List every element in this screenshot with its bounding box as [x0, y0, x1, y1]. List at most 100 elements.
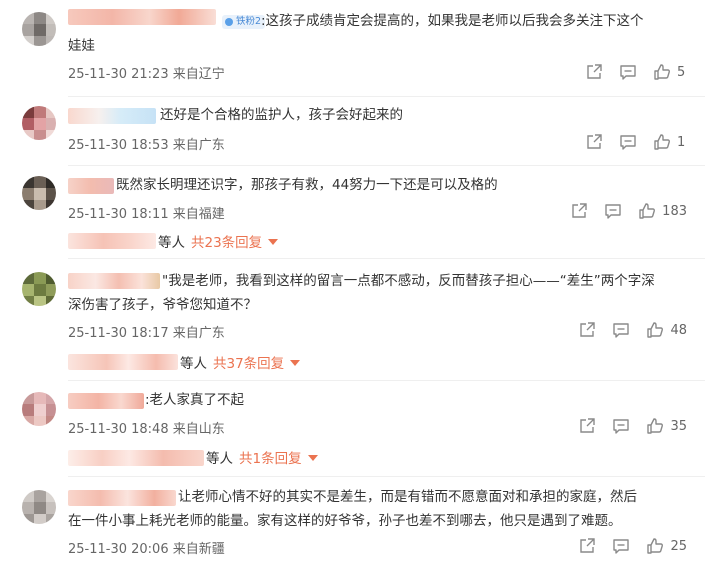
like-button[interactable]: 25	[646, 537, 687, 555]
comment-actions: 35	[562, 416, 687, 436]
like-icon	[647, 538, 664, 554]
comment-location: 来自辽宁	[172, 67, 225, 82]
reply-count: 共1条回复	[239, 451, 302, 467]
comment-text-cont: 深伤害了孩子，爷爷您知道不？	[68, 294, 688, 317]
avatar[interactable]	[22, 392, 56, 426]
comment-location: 来自广东	[172, 326, 225, 341]
reply-summary[interactable]: 等人 共23条回复	[158, 230, 279, 252]
view-replies-link[interactable]: 共37条回复	[213, 352, 301, 372]
comment-icon	[605, 204, 621, 219]
like-button[interactable]: 1	[653, 133, 687, 151]
like-button[interactable]: 183	[638, 202, 687, 220]
share-button[interactable]	[570, 202, 588, 220]
username-blurred[interactable]	[68, 273, 160, 289]
reply-who: 等人	[158, 235, 185, 251]
comment-actions: 25	[562, 536, 687, 556]
comment-meta: 25-11-30 20:06 来自新疆	[68, 538, 225, 557]
fan-badge: 铁粉2	[222, 15, 266, 29]
like-icon	[647, 418, 664, 434]
like-count: 25	[670, 538, 687, 554]
comment-location: 来自广东	[172, 138, 225, 153]
like-button[interactable]: 48	[646, 321, 687, 339]
share-button[interactable]	[578, 417, 596, 435]
comment-meta: 25-11-30 18:48 来自山东	[68, 418, 225, 437]
comment-text: 还好是个合格的监护人，孩子会好起来的	[160, 104, 680, 127]
avatar[interactable]	[22, 106, 56, 140]
username-blurred[interactable]	[68, 108, 156, 124]
comment-button[interactable]	[612, 417, 630, 435]
comment-meta: 25-11-30 18:53 来自广东	[68, 134, 225, 153]
comment-text-line: 在一件小事上耗光老师的能量。家有这样的好爷爷，孙子也差不到哪去，他只是遇到了难题…	[68, 513, 622, 529]
like-count: 35	[670, 418, 687, 434]
view-replies-link[interactable]: 共1条回复	[239, 447, 318, 467]
view-replies-link[interactable]: 共23条回复	[191, 231, 279, 251]
divider	[68, 476, 705, 477]
caret-down-icon	[307, 455, 318, 461]
comment-button[interactable]	[619, 63, 637, 81]
avatar[interactable]	[22, 12, 56, 46]
reply-who: 等人	[180, 356, 207, 372]
reply-summary[interactable]: 等人 共37条回复	[180, 351, 301, 373]
comment-icon	[613, 419, 630, 434]
comment-time: 25-11-30 18:53	[68, 138, 169, 153]
like-icon	[639, 203, 656, 219]
caret-down-icon	[268, 239, 279, 245]
share-icon	[572, 203, 587, 218]
username-blurred[interactable]	[68, 9, 216, 25]
comment-text: :老人家真了不起	[145, 389, 685, 412]
like-icon	[654, 134, 670, 150]
username-blurred[interactable]	[68, 178, 114, 194]
share-button[interactable]	[578, 321, 596, 339]
fan-badge-label: 铁粉2	[236, 16, 262, 27]
username-blurred[interactable]	[68, 490, 176, 506]
avatar[interactable]	[22, 176, 56, 210]
comment-text: "我是老师，我看到这样的留言一点都不感动，反而替孩子担心——“差生”两个字深	[162, 270, 692, 293]
comment-text: 让老师心情不好的其实不是差生，而是有错而不愿意面对和承担的家庭，然后	[178, 486, 693, 509]
share-button[interactable]	[585, 133, 603, 151]
reply-summary[interactable]: 等人 共1条回复	[206, 446, 318, 468]
comment-location: 来自山东	[172, 422, 225, 437]
like-count: 1	[677, 134, 686, 150]
comment-location: 来自新疆	[172, 542, 225, 557]
comment-button[interactable]	[604, 202, 622, 220]
avatar[interactable]	[22, 272, 56, 306]
comment-meta: 25-11-30 18:17 来自广东	[68, 322, 225, 341]
comment-text-line: 还好是个合格的监护人，孩子会好起来的	[160, 107, 403, 123]
like-button[interactable]: 5	[653, 63, 687, 81]
comment-actions: 5	[569, 62, 687, 82]
replier-names-blurred[interactable]	[68, 450, 204, 466]
comment-time: 25-11-30 20:06	[68, 542, 169, 557]
username-blurred[interactable]	[68, 393, 144, 409]
replier-names-blurred[interactable]	[68, 354, 178, 370]
fan-badge-icon	[225, 18, 233, 26]
comment-text-cont: 在一件小事上耗光老师的能量。家有这样的好爷爷，孙子也差不到哪去，他只是遇到了难题…	[68, 510, 688, 533]
share-icon	[587, 134, 602, 149]
comment-icon	[613, 323, 630, 338]
comment-button[interactable]	[612, 321, 630, 339]
comment-time: 25-11-30 18:48	[68, 422, 169, 437]
like-icon	[647, 322, 664, 338]
like-count: 48	[670, 322, 687, 338]
comment-text-cont: 娃娃	[68, 35, 688, 58]
comment-actions: 48	[562, 320, 687, 340]
share-button[interactable]	[578, 537, 596, 555]
share-icon	[587, 64, 602, 79]
comment-button[interactable]	[619, 133, 637, 151]
comment-icon	[613, 539, 630, 554]
comment-text-line: 让老师心情不好的其实不是差生，而是有错而不愿意面对和承担的家庭，然后	[178, 489, 637, 505]
comment-button[interactable]	[612, 537, 630, 555]
comment-location: 来自福建	[172, 207, 225, 222]
share-icon	[580, 322, 596, 337]
replier-names-blurred[interactable]	[68, 233, 156, 249]
comment-text-line: :老人家真了不起	[145, 392, 245, 408]
like-button[interactable]: 35	[646, 417, 687, 435]
reply-count: 共23条回复	[191, 235, 263, 251]
comment-text-line: :这孩子成绩肯定会提高的，如果我是老师以后我会多关注下这个	[261, 13, 644, 29]
divider	[68, 258, 705, 259]
share-icon	[580, 538, 596, 553]
like-count: 5	[677, 64, 686, 80]
share-button[interactable]	[585, 63, 603, 81]
divider	[68, 96, 705, 97]
avatar[interactable]	[22, 490, 56, 524]
comment-icon	[620, 65, 636, 80]
